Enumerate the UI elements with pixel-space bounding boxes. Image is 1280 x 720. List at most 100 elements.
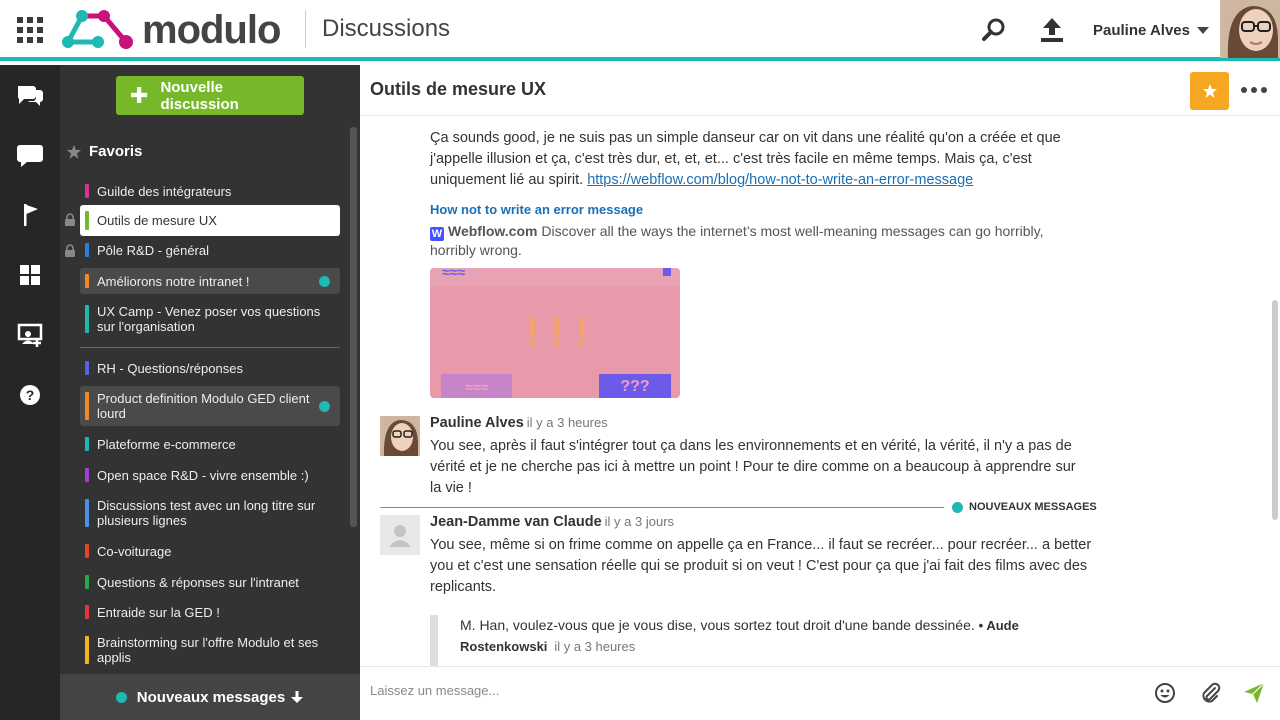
link-preview-site: Webflow.com — [448, 223, 538, 239]
new-discussion-button[interactable]: ✚ Nouvelle discussion — [116, 76, 304, 115]
list-item[interactable]: Outils de mesure UX — [80, 205, 340, 236]
new-messages-label: Nouveaux messages — [136, 688, 286, 706]
color-marker — [85, 437, 89, 451]
color-marker — [85, 243, 89, 257]
list-item[interactable]: Questions & réponses sur l'intranet — [80, 569, 340, 595]
favorites-label: Favoris — [89, 143, 143, 160]
color-marker — [85, 544, 89, 558]
color-marker — [85, 468, 89, 482]
link-preview-title[interactable]: How not to write an error message — [430, 202, 643, 217]
list-item[interactable]: RH - Questions/réponses — [80, 355, 340, 381]
quote-author: Rostenkowski — [460, 639, 548, 654]
message-text-line: You see, même si on frime comme on appel… — [430, 537, 1092, 553]
color-marker — [85, 184, 89, 198]
new-indicator-dot — [115, 691, 127, 703]
page-title: Discussions — [322, 15, 451, 42]
list-item[interactable]: Open space R&D - vivre ensemble :) — [80, 462, 340, 488]
message-text-line: replicants. — [430, 579, 497, 595]
list-item-label: RH - Questions/réponses — [97, 360, 243, 376]
list-item[interactable]: Product definition Modulo GED client lou… — [80, 386, 340, 426]
list-item-label: Améliorons notre intranet ! — [97, 273, 250, 289]
sidebar-scrollbar[interactable] — [350, 127, 357, 527]
color-marker — [85, 605, 89, 619]
search-icon[interactable] — [980, 16, 1008, 44]
new-messages-button[interactable]: Nouveaux messages — [60, 674, 360, 720]
quote-text: M. Han, voulez-vous que je vous dise, vo… — [460, 617, 975, 633]
message-text-line: j'appelle illusion et ça, c'est très dur… — [430, 151, 1032, 167]
preview-mark: ≈≈≈ — [442, 268, 466, 280]
list-item-label: UX Camp - Venez poser vos questions sur … — [97, 304, 321, 334]
list-item[interactable]: UX Camp - Venez poser vos questions sur … — [80, 299, 340, 339]
more-options-icon[interactable] — [1241, 87, 1267, 93]
message-text-line: uniquement lié au spirit. https://webflo… — [430, 170, 973, 191]
author-name[interactable]: Pauline Alves — [430, 415, 524, 431]
avatar[interactable] — [380, 416, 420, 456]
user-photo — [380, 416, 420, 456]
user-name[interactable]: Pauline Alves — [1093, 22, 1190, 39]
message-text-line: la vie ! — [430, 480, 472, 496]
apps-grid-icon[interactable] — [17, 17, 43, 43]
color-marker — [85, 274, 89, 288]
list-item[interactable]: Co-voiturage — [80, 538, 340, 564]
help-icon[interactable]: ? — [15, 380, 45, 410]
icon-rail: ? — [0, 65, 60, 720]
chevron-down-icon[interactable] — [1197, 27, 1209, 34]
default-avatar-icon — [389, 525, 411, 547]
flag-icon[interactable] — [15, 200, 45, 230]
list-item[interactable]: Pôle R&D - général — [80, 237, 340, 263]
list-item[interactable]: Guilde des intégrateurs — [80, 178, 340, 204]
list-item-label: Guilde des intégrateurs — [97, 183, 232, 199]
avatar[interactable] — [380, 515, 420, 555]
new-messages-divider-label: NOUVEAUX MESSAGES — [969, 501, 1097, 513]
preview-mark: ≈≈≈ — [441, 374, 512, 398]
top-bar: modulo Discussions Pauline Alves — [0, 0, 1280, 61]
plus-icon: ✚ — [130, 82, 149, 108]
favorites-header: Favoris — [66, 143, 142, 160]
modulo-logo[interactable]: modulo — [60, 7, 281, 52]
message-text-line: vérité et je ne cherche pas ici à mettre… — [430, 459, 1076, 475]
list-item[interactable]: Brainstorming sur l'offre Modulo et ses … — [80, 630, 340, 670]
list-item-label: Pôle R&D - général — [97, 242, 209, 258]
color-marker — [85, 499, 89, 527]
list-item[interactable]: Améliorons notre intranet ! — [80, 268, 340, 294]
list-item[interactable]: Plateforme e-commerce — [80, 431, 340, 457]
author-name[interactable]: Jean-Damme van Claude — [430, 514, 602, 530]
svg-text:?: ? — [26, 387, 35, 403]
message-link[interactable]: https://webflow.com/blog/how-not-to-writ… — [587, 172, 973, 188]
arrow-down-icon — [291, 691, 304, 703]
upload-icon[interactable] — [1038, 16, 1066, 44]
discussions-icon[interactable] — [15, 80, 45, 110]
avatar[interactable] — [1220, 0, 1280, 58]
title-separator — [305, 10, 306, 48]
list-item-label: Entraide sur la GED ! — [97, 604, 220, 620]
color-marker — [85, 636, 89, 664]
color-marker — [85, 575, 89, 589]
message-time: il y a 3 jours — [604, 514, 675, 529]
color-marker — [85, 361, 89, 375]
add-user-screen-icon[interactable] — [15, 320, 45, 350]
quote-line: Rostenkowski il y a 3 heures — [460, 636, 1090, 657]
chat-bubble-icon[interactable] — [15, 140, 45, 170]
list-item[interactable]: Entraide sur la GED ! — [80, 599, 340, 625]
preview-mark: ! ! ! — [526, 310, 589, 354]
link-preview-image[interactable]: ≈≈≈ ! ! ! ≈≈≈ ??? — [430, 268, 680, 398]
emoji-icon[interactable] — [1153, 681, 1177, 705]
send-icon[interactable] — [1242, 681, 1266, 705]
messages-scrollbar[interactable] — [1272, 300, 1278, 520]
message-input[interactable] — [370, 683, 1110, 698]
discussion-title: Outils de mesure UX — [370, 79, 547, 99]
logo-text: modulo — [142, 7, 281, 52]
dashboard-icon[interactable] — [15, 260, 45, 290]
favorite-button[interactable] — [1190, 72, 1229, 110]
unread-indicator — [319, 400, 330, 412]
list-item-label: Co-voiturage — [97, 543, 172, 559]
message-author: Pauline Alves il y a 3 heures — [430, 415, 608, 431]
star-icon — [1202, 84, 1217, 98]
user-photo — [1220, 0, 1280, 58]
list-item-label: Brainstorming sur l'offre Modulo et ses … — [97, 635, 319, 665]
preview-mark: ??? — [599, 374, 671, 398]
new-messages-divider — [380, 507, 944, 508]
paperclip-icon[interactable] — [1198, 681, 1222, 705]
list-item[interactable]: Discussions test avec un long titre sur … — [80, 493, 340, 533]
lock-icon — [65, 213, 75, 226]
